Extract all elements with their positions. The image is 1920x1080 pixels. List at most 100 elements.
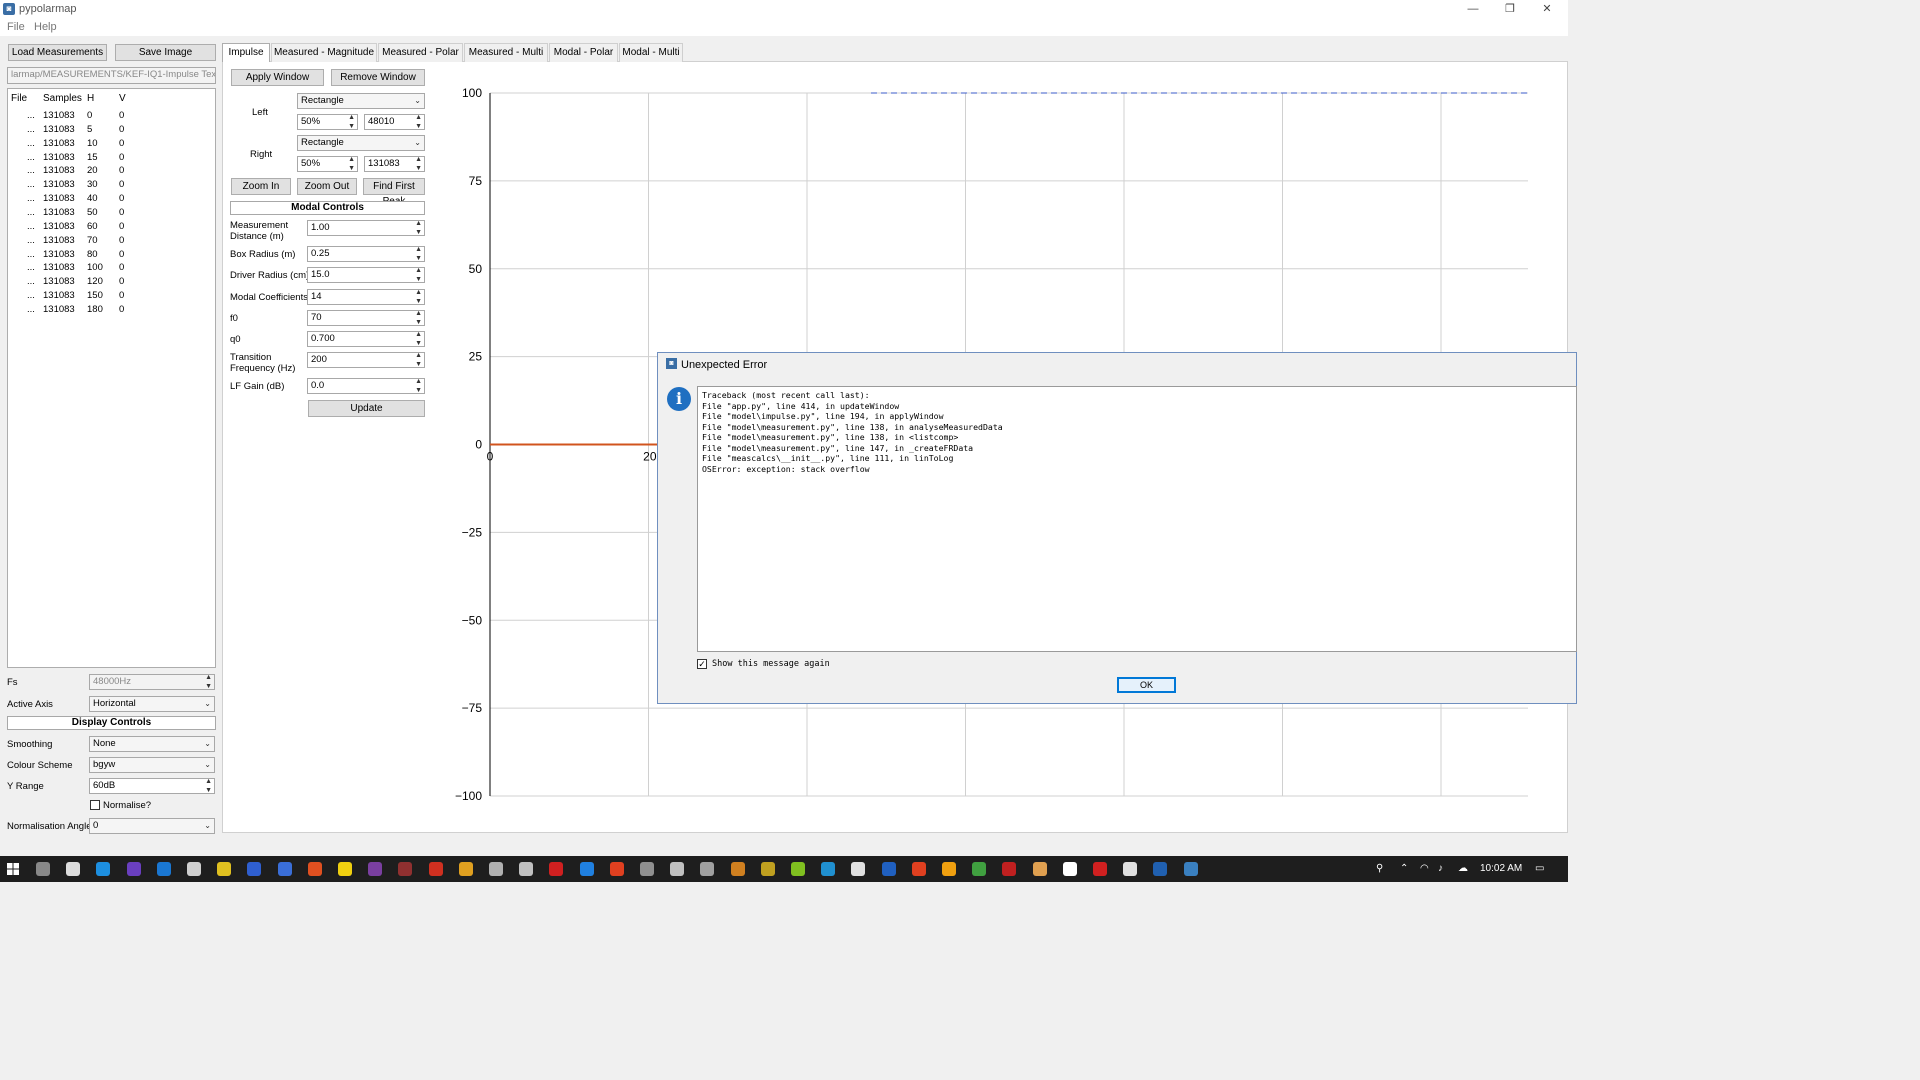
table-row[interactable]: ... 131083 70 0 — [8, 235, 213, 248]
app-icon[interactable] — [187, 862, 201, 876]
firefox-icon[interactable] — [338, 862, 352, 876]
spin-arrows-icon[interactable]: ▲ ▼ — [415, 311, 422, 325]
spin-arrows-icon[interactable]: ▲ ▼ — [348, 157, 355, 171]
left-window-value[interactable]: 48010 ▲ ▼ — [364, 114, 425, 130]
app-icon[interactable] — [1002, 862, 1017, 876]
measurement-distance-field[interactable]: 1.00 ▲ ▼ — [307, 220, 425, 236]
load-measurements-button[interactable]: Load Measurements — [8, 44, 107, 61]
smoothing-select[interactable]: None ⌄ — [89, 736, 215, 752]
modal-coefficients-field[interactable]: 14 ▲ ▼ — [307, 289, 425, 305]
col-header-file[interactable]: File — [11, 93, 27, 104]
traceback-text-area[interactable]: Traceback (most recent call last): File … — [697, 386, 1577, 652]
word-icon[interactable] — [277, 862, 292, 876]
app-icon[interactable] — [700, 862, 715, 876]
close-button[interactable]: ✕ — [1529, 0, 1565, 18]
app-icon[interactable] — [670, 862, 685, 876]
tab-modal-multi[interactable]: Modal - Multi — [619, 43, 683, 62]
table-row[interactable]: ... 131083 100 0 — [8, 262, 213, 275]
task-view-icon[interactable] — [36, 862, 50, 876]
app-icon[interactable] — [489, 862, 503, 876]
path-field[interactable]: larmap/MEASUREMENTS/KEF-IQ1-Impulse Text… — [7, 67, 216, 84]
spin-arrows-icon[interactable]: ▲ ▼ — [348, 115, 355, 129]
tab-impulse[interactable]: Impulse — [222, 43, 270, 62]
normalise-checkbox[interactable] — [90, 800, 100, 810]
tab-measured-polar[interactable]: Measured - Polar — [378, 43, 463, 62]
tab-measured-multi[interactable]: Measured - Multi — [464, 43, 548, 62]
table-row[interactable]: ... 131083 50 0 — [8, 207, 213, 220]
person-icon[interactable]: ⚲ — [1376, 863, 1383, 874]
zoom-in-button[interactable]: Zoom In — [231, 178, 291, 195]
app-icon[interactable] — [1123, 862, 1138, 876]
lf-gain-field[interactable]: 0.0 ▲ ▼ — [307, 378, 425, 394]
table-row[interactable]: ... 131083 40 0 — [8, 193, 213, 206]
spin-arrows-icon[interactable]: ▲ ▼ — [415, 379, 422, 393]
table-row[interactable]: ... 131083 5 0 — [8, 124, 213, 137]
find-first-peak-button[interactable]: Find First Peak — [363, 178, 425, 207]
measurement-list[interactable]: ... 131083 0 0... 131083 5 0... 131083 10 0... 131… — [7, 88, 216, 668]
app-icon[interactable] — [519, 862, 534, 876]
apply-window-button[interactable]: Apply Window — [231, 69, 324, 86]
cloud-icon[interactable]: ☁ — [1458, 863, 1468, 874]
spin-arrows-icon[interactable]: ▲ ▼ — [415, 268, 422, 282]
right-window-type-select[interactable]: Rectangle ⌄ — [297, 135, 425, 151]
spin-arrows-icon[interactable]: ▲ ▼ — [205, 779, 212, 793]
show-message-checkbox[interactable]: ✓ — [697, 659, 707, 669]
active-axis-select[interactable]: Horizontal ⌄ — [89, 696, 215, 712]
maximize-button[interactable]: ❐ — [1492, 0, 1528, 18]
app-icon[interactable] — [1062, 862, 1077, 876]
col-header-h[interactable]: H — [87, 93, 94, 104]
clock-time[interactable]: 10:02 AM — [1480, 863, 1522, 874]
app-icon[interactable] — [1153, 862, 1168, 876]
box-radius-field[interactable]: 0.25 ▲ ▼ — [307, 246, 425, 262]
app-icon[interactable] — [640, 862, 654, 876]
left-window-percent[interactable]: 50% ▲ ▼ — [297, 114, 358, 130]
f0-field[interactable]: 70 ▲ ▼ — [307, 310, 425, 326]
spin-arrows-icon[interactable]: ▲ ▼ — [415, 221, 422, 235]
app-icon[interactable] — [760, 862, 775, 876]
minimize-button[interactable]: — — [1455, 0, 1491, 18]
y-range-field[interactable]: 60dB ▲ ▼ — [89, 778, 215, 794]
app-icon[interactable] — [972, 862, 987, 876]
table-row[interactable]: ... 131083 20 0 — [8, 165, 213, 178]
edge-icon[interactable] — [126, 862, 141, 876]
normalisation-angle-select[interactable]: 0 ⌄ — [89, 818, 215, 834]
table-row[interactable]: ... 131083 120 0 — [8, 276, 213, 289]
menu-file[interactable]: File — [7, 21, 25, 33]
table-row[interactable]: ... 131083 15 0 — [8, 152, 213, 165]
app-icon[interactable] — [791, 862, 805, 876]
app-icon[interactable] — [428, 862, 443, 876]
spin-arrows-icon[interactable]: ▲ ▼ — [415, 353, 422, 367]
tab-modal-polar[interactable]: Modal - Polar — [549, 43, 618, 62]
app-icon[interactable] — [609, 862, 624, 876]
spin-arrows-icon[interactable]: ▲ ▼ — [415, 157, 422, 171]
table-row[interactable]: ... 131083 30 0 — [8, 179, 213, 192]
windows-start-icon[interactable] — [7, 863, 19, 875]
colour-scheme-select[interactable]: bgyw ⌄ — [89, 757, 215, 773]
col-header-samples[interactable]: Samples — [43, 93, 82, 104]
col-header-v[interactable]: V — [119, 93, 126, 104]
update-button[interactable]: Update — [308, 400, 425, 417]
menu-help[interactable]: Help — [34, 21, 57, 33]
lightning-icon[interactable] — [368, 862, 383, 876]
spin-arrows-icon[interactable]: ▲ ▼ — [415, 247, 422, 261]
save-image-button[interactable]: Save Image — [115, 44, 216, 61]
app-icon[interactable] — [579, 862, 594, 876]
right-window-value[interactable]: 131083 ▲ ▼ — [364, 156, 425, 172]
ok-button[interactable]: OK — [1117, 677, 1176, 693]
chevron-up-icon[interactable]: ⌃ — [1400, 863, 1408, 874]
app-icon[interactable] — [1032, 862, 1047, 876]
spin-arrows-icon[interactable]: ▲ ▼ — [205, 675, 212, 689]
app-icon[interactable] — [942, 862, 956, 876]
calculator-icon[interactable] — [96, 862, 111, 876]
notepad-icon[interactable] — [217, 862, 232, 876]
remove-window-button[interactable]: Remove Window — [331, 69, 425, 86]
app-icon[interactable] — [851, 862, 866, 876]
spin-arrows-icon[interactable]: ▲ ▼ — [415, 332, 422, 346]
folder-icon[interactable] — [247, 862, 262, 876]
pypolarmap-icon[interactable] — [1183, 862, 1198, 876]
right-window-percent[interactable]: 50% ▲ ▼ — [297, 156, 358, 172]
table-row[interactable]: ... 131083 80 0 — [8, 249, 213, 262]
table-row[interactable]: ... 131083 60 0 — [8, 221, 213, 234]
file-explorer-icon[interactable] — [66, 862, 81, 876]
app-icon[interactable] — [549, 862, 564, 876]
